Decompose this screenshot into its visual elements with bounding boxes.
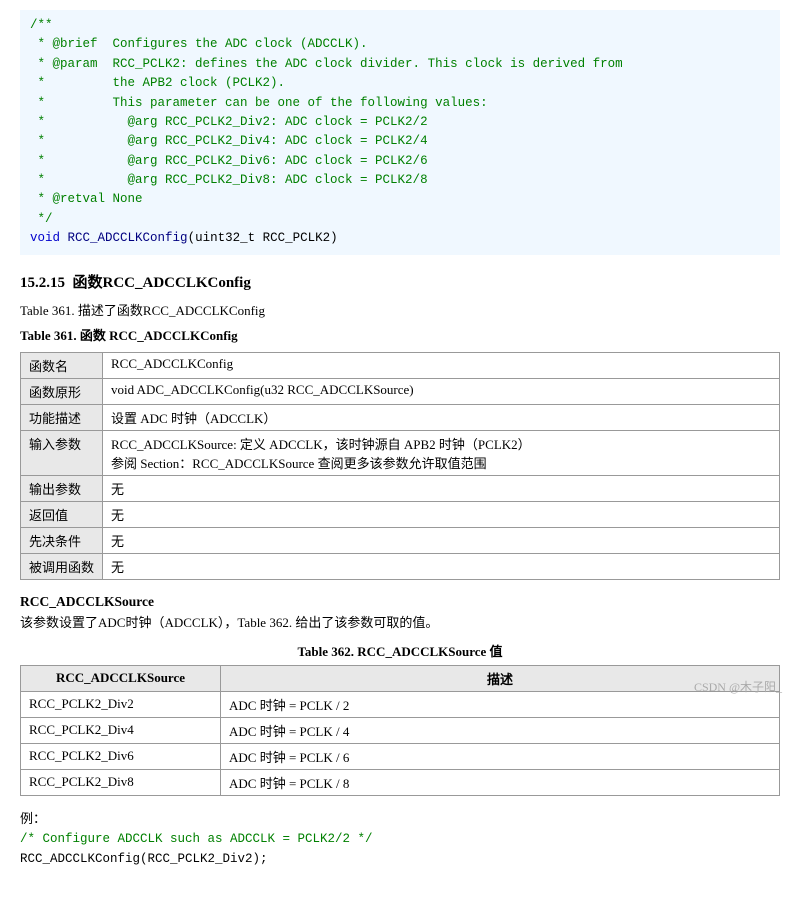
row-value: RCC_ADCCLKSource: 定义 ADCCLK，该时钟源自 APB2 时… <box>103 430 780 475</box>
row-value: void ADC_ADCCLKConfig(u32 RCC_ADCCLKSour… <box>103 378 780 404</box>
example-label: 例： <box>20 808 780 827</box>
row-label: 返回值 <box>21 501 103 527</box>
row-value: 无 <box>103 553 780 579</box>
source-value: RCC_PCLK2_Div2 <box>21 691 221 717</box>
table-row: 被调用函数无 <box>21 553 780 579</box>
section-number: 15.2.15 <box>20 275 65 291</box>
table-2-caption: Table 362. RCC_ADCCLKSource 值 <box>20 641 780 660</box>
row-value: 无 <box>103 527 780 553</box>
desc-value: ADC 时钟 = PCLK / 4 <box>221 717 780 743</box>
desc-value: ADC 时钟 = PCLK / 8 <box>221 769 780 795</box>
example-code: /* Configure ADCCLK such as ADCCLK = PCL… <box>20 829 780 869</box>
row-label: 输入参数 <box>21 430 103 475</box>
table-1-caption: Table 361. 函数 RCC_ADCCLKConfig <box>20 325 780 348</box>
row-value: 无 <box>103 501 780 527</box>
page-content: /** * @brief Configures the ADC clock (A… <box>0 0 800 909</box>
table-header-row: RCC_ADCCLKSource描述 <box>21 665 780 691</box>
section-title: 函数RCC_ADCCLKConfig <box>73 275 251 291</box>
table-row: 输出参数无 <box>21 475 780 501</box>
desc-value: ADC 时钟 = PCLK / 6 <box>221 743 780 769</box>
source-value: RCC_PCLK2_Div4 <box>21 717 221 743</box>
table-row: RCC_PCLK2_Div6ADC 时钟 = PCLK / 6 <box>21 743 780 769</box>
code-block: /** * @brief Configures the ADC clock (A… <box>20 10 780 255</box>
table-caption-1: Table 361. 描述了函数RCC_ADCCLKConfig <box>20 300 780 319</box>
row-value: RCC_ADCCLKConfig <box>103 352 780 378</box>
section-heading: 15.2.15 函数RCC_ADCCLKConfig <box>20 271 780 292</box>
table-row: RCC_PCLK2_Div4ADC 时钟 = PCLK / 4 <box>21 717 780 743</box>
value-table-2: Table 362. RCC_ADCCLKSource 值 RCC_ADCCLK… <box>20 641 780 796</box>
row-label: 被调用函数 <box>21 553 103 579</box>
table-row: 先决条件无 <box>21 527 780 553</box>
table-row: 函数原形void ADC_ADCCLKConfig(u32 RCC_ADCCLK… <box>21 378 780 404</box>
row-label: 先决条件 <box>21 527 103 553</box>
info-table-1: Table 361. 函数 RCC_ADCCLKConfig 函数名RCC_AD… <box>20 325 780 580</box>
table-row: 返回值无 <box>21 501 780 527</box>
table-row: 函数名RCC_ADCCLKConfig <box>21 352 780 378</box>
param-name: RCC_ADCCLKSource <box>20 594 780 610</box>
param-desc: 该参数设置了ADC时钟（ADCCLK），Table 362. 给出了该参数可取的… <box>20 612 780 631</box>
row-value: 设置 ADC 时钟（ADCCLK） <box>103 404 780 430</box>
table-row: RCC_PCLK2_Div2ADC 时钟 = PCLK / 2 <box>21 691 780 717</box>
row-label: 函数原形 <box>21 378 103 404</box>
table-row: 功能描述设置 ADC 时钟（ADCCLK） <box>21 404 780 430</box>
row-value: 无 <box>103 475 780 501</box>
column-header: RCC_ADCCLKSource <box>21 665 221 691</box>
table-row: 输入参数RCC_ADCCLKSource: 定义 ADCCLK，该时钟源自 AP… <box>21 430 780 475</box>
source-value: RCC_PCLK2_Div8 <box>21 769 221 795</box>
footer: CSDN @木子阳_ <box>694 678 782 695</box>
row-label: 输出参数 <box>21 475 103 501</box>
row-label: 功能描述 <box>21 404 103 430</box>
source-value: RCC_PCLK2_Div6 <box>21 743 221 769</box>
row-label: 函数名 <box>21 352 103 378</box>
table-row: RCC_PCLK2_Div8ADC 时钟 = PCLK / 8 <box>21 769 780 795</box>
